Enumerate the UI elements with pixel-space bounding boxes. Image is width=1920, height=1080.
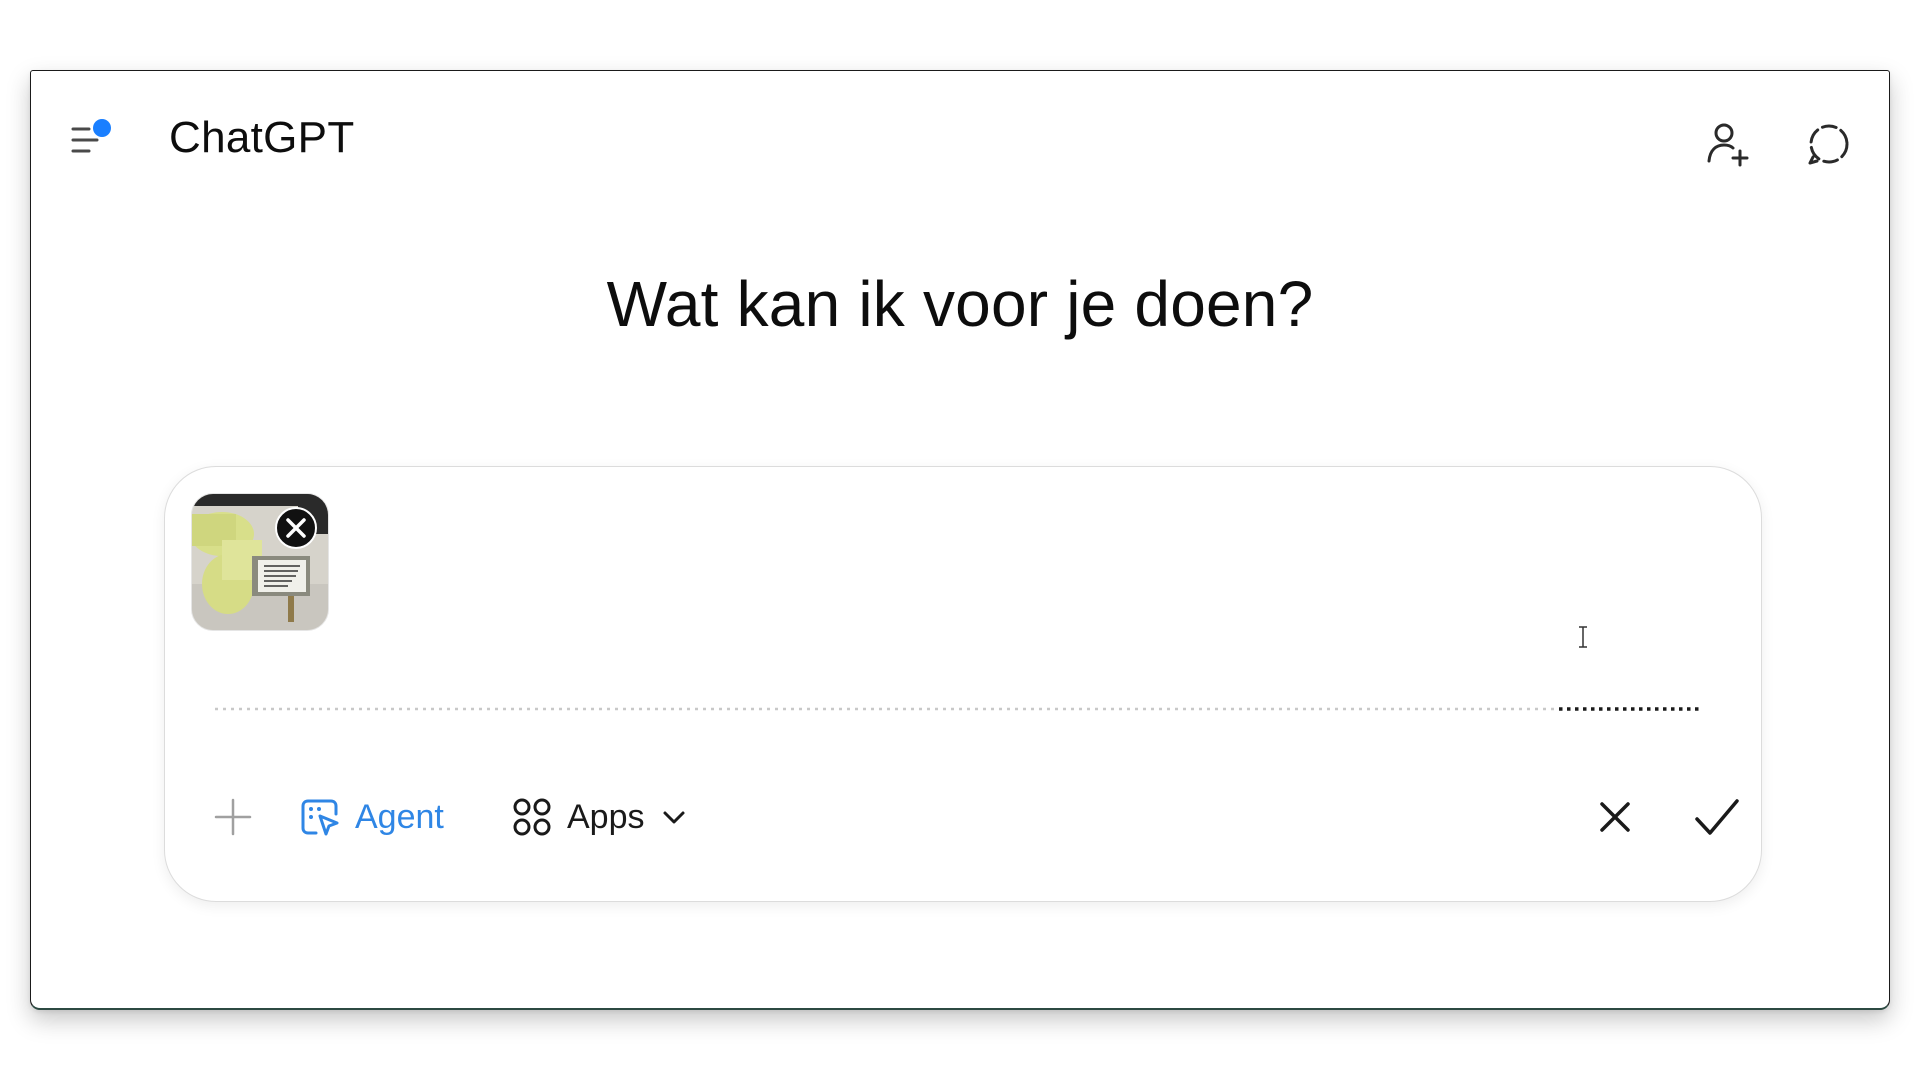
agent-cursor-icon xyxy=(301,799,339,836)
composer-toolbar: Agent Apps xyxy=(165,789,1761,845)
text-cursor-icon xyxy=(1579,626,1587,648)
remove-attachment-button[interactable] xyxy=(275,507,317,549)
add-person-icon xyxy=(1707,123,1749,167)
page-headline: Wat kan ik voor je doen? xyxy=(606,268,1314,340)
add-attachment-button[interactable] xyxy=(213,797,253,837)
voice-waveform xyxy=(215,707,1703,711)
header: ChatGPT xyxy=(31,71,1889,201)
cancel-dictation-button[interactable] xyxy=(1593,795,1637,839)
temporary-chat-button[interactable] xyxy=(1799,115,1859,175)
apps-dropdown-button[interactable]: Apps xyxy=(511,791,689,843)
sidebar-menu-icon xyxy=(71,119,111,153)
prompt-composer[interactable]: Agent Apps xyxy=(164,466,1762,902)
temporary-chat-icon xyxy=(1808,124,1849,165)
agent-label: Agent xyxy=(355,797,444,836)
plus-icon xyxy=(214,798,252,836)
apps-grid-icon xyxy=(513,798,551,836)
chevron-down-icon xyxy=(663,811,684,824)
confirm-dictation-button[interactable] xyxy=(1691,791,1743,843)
apps-label: Apps xyxy=(567,797,645,836)
app-window: ChatGPT Wat kan ik voor je doen? Agent A… xyxy=(30,70,1890,1010)
app-title: ChatGPT xyxy=(169,113,355,162)
invite-button[interactable] xyxy=(1699,115,1759,175)
notification-dot xyxy=(93,119,111,137)
agent-button[interactable]: Agent xyxy=(299,791,444,843)
close-icon xyxy=(1600,802,1630,832)
checkmark-icon xyxy=(1695,799,1739,835)
close-icon xyxy=(286,518,306,538)
sidebar-menu-button[interactable] xyxy=(67,111,127,171)
